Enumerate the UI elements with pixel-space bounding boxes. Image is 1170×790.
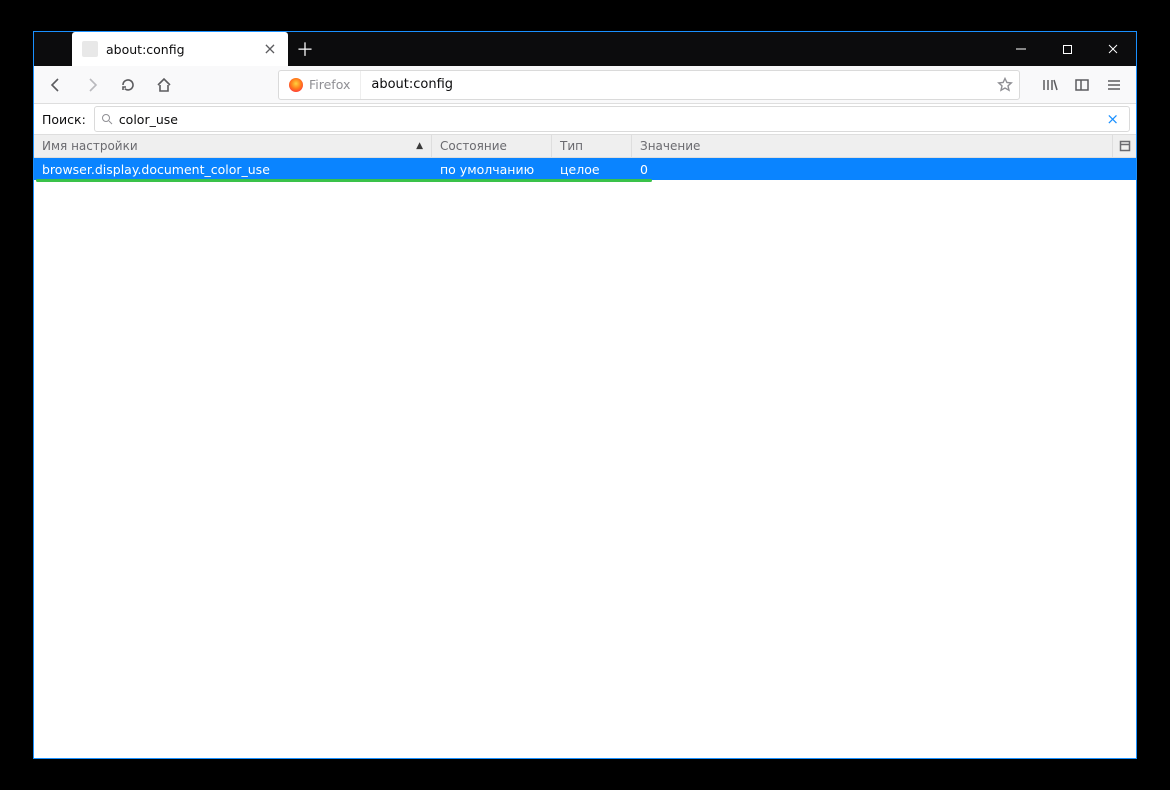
titlebar: about:config × ＋	[34, 32, 1136, 66]
tab-title: about:config	[106, 42, 254, 57]
pref-status: по умолчанию	[432, 162, 552, 177]
new-tab-button[interactable]: ＋	[288, 32, 322, 66]
pref-row[interactable]: browser.display.document_color_use по ум…	[34, 158, 1136, 180]
back-arrow-icon	[48, 77, 64, 93]
bookmark-star-button[interactable]	[991, 71, 1019, 99]
sidebar-toggle-button[interactable]	[1066, 69, 1098, 101]
pref-name: browser.display.document_color_use	[34, 162, 432, 177]
minimize-button[interactable]	[998, 32, 1044, 66]
close-tab-button[interactable]: ×	[262, 41, 278, 57]
plus-icon: ＋	[296, 36, 314, 62]
urlbar-input[interactable]	[361, 77, 991, 92]
col-header-status-label: Состояние	[440, 139, 507, 153]
reload-icon	[120, 77, 136, 93]
config-column-headers: Имя настройки ▲ Состояние Тип Значение	[34, 134, 1136, 158]
config-search-bar: Поиск: ×	[34, 104, 1136, 134]
pref-type: целое	[552, 162, 632, 177]
library-icon	[1042, 77, 1058, 93]
nav-toolbar: Firefox	[34, 66, 1136, 104]
forward-arrow-icon	[84, 77, 100, 93]
col-header-status[interactable]: Состояние	[432, 135, 552, 157]
magnifier-icon	[101, 113, 113, 125]
column-picker-button[interactable]	[1112, 135, 1136, 157]
clear-search-button[interactable]: ×	[1102, 110, 1123, 128]
star-icon	[997, 77, 1013, 93]
config-results: browser.display.document_color_use по ум…	[34, 158, 1136, 758]
urlbar-identity-label: Firefox	[309, 77, 350, 92]
back-button[interactable]	[40, 69, 72, 101]
column-picker-icon	[1119, 140, 1131, 152]
home-icon	[156, 77, 172, 93]
forward-button[interactable]	[76, 69, 108, 101]
home-button[interactable]	[148, 69, 180, 101]
maximize-button[interactable]	[1044, 32, 1090, 66]
clear-icon: ×	[1106, 110, 1119, 128]
app-menu-button[interactable]	[1098, 69, 1130, 101]
browser-tab[interactable]: about:config ×	[72, 32, 288, 66]
close-window-button[interactable]	[1090, 32, 1136, 66]
sidebar-icon	[1074, 77, 1090, 93]
col-header-type[interactable]: Тип	[552, 135, 632, 157]
config-search-field[interactable]: ×	[94, 106, 1130, 132]
col-header-name[interactable]: Имя настройки ▲	[34, 135, 432, 157]
sort-asc-icon: ▲	[416, 141, 423, 151]
hamburger-icon	[1106, 77, 1122, 93]
col-header-type-label: Тип	[560, 139, 583, 153]
col-header-value-label: Значение	[640, 139, 700, 153]
library-button[interactable]	[1034, 69, 1066, 101]
config-search-input[interactable]	[119, 112, 1103, 127]
col-header-value[interactable]: Значение	[632, 135, 1112, 157]
urlbar-identity-box[interactable]: Firefox	[279, 71, 361, 99]
browser-window: about:config × ＋	[33, 31, 1137, 759]
tab-favicon-icon	[82, 41, 98, 57]
minimize-icon	[1015, 43, 1027, 55]
col-header-name-label: Имя настройки	[42, 139, 138, 153]
tab-drag-spacer[interactable]	[34, 32, 72, 66]
urlbar[interactable]: Firefox	[278, 70, 1020, 100]
pref-value: 0	[632, 162, 1136, 177]
tabstrip: about:config × ＋	[34, 32, 998, 66]
reload-button[interactable]	[112, 69, 144, 101]
window-controls	[998, 32, 1136, 66]
toolbar-right	[1034, 69, 1130, 101]
config-search-label: Поиск:	[40, 112, 86, 127]
close-icon	[1107, 43, 1119, 55]
firefox-icon	[289, 78, 303, 92]
maximize-icon	[1062, 44, 1073, 55]
annotation-highlight	[36, 179, 652, 182]
